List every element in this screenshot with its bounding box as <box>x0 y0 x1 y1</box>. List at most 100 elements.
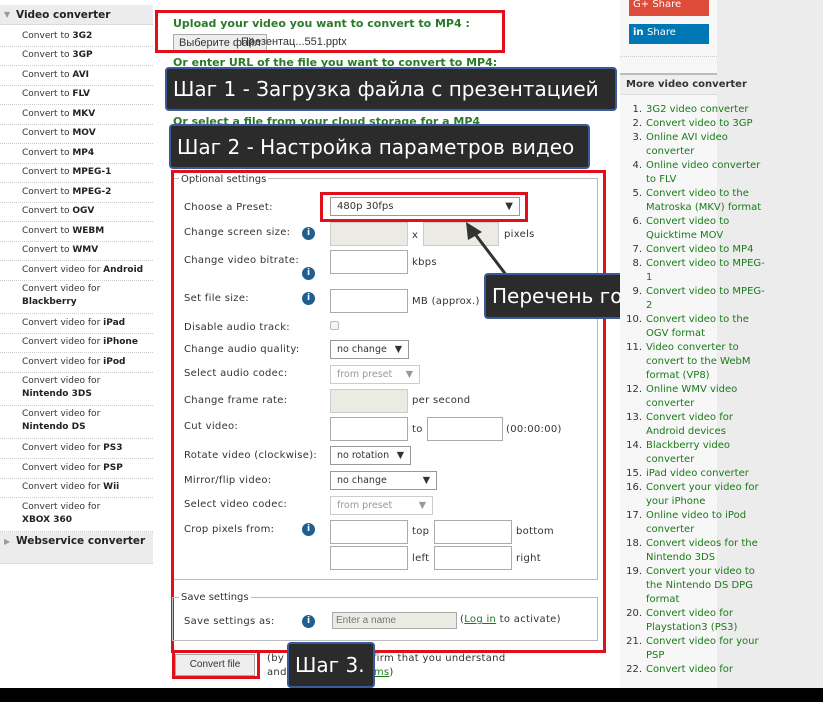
linkedin-share-button[interactable]: in Share <box>629 24 709 44</box>
sidebar-item[interactable]: Convert to AVI <box>0 66 153 86</box>
sidebar-item[interactable]: Convert to FLV <box>0 85 153 105</box>
step2-annotation: Шаг 2 - Настройка параметров видео <box>169 124 590 169</box>
cut-end-input[interactable] <box>427 417 503 441</box>
triangle-down-icon: ▼ <box>4 10 11 19</box>
info-icon[interactable]: i <box>302 292 315 305</box>
converter-link[interactable]: 17. Online video to iPod converter <box>620 509 770 537</box>
converter-link[interactable]: 8. Convert video to MPEG-1 <box>620 257 770 285</box>
converter-link[interactable]: 4. Online video converter to FLV <box>620 159 770 187</box>
rotate-select[interactable]: no rotation ▼ <box>330 446 411 465</box>
sidebar-item[interactable]: Convert to MP4 <box>0 144 153 164</box>
converter-link[interactable]: 20. Convert video for Playstation3 (PS3) <box>620 607 770 635</box>
video-codec-label: Select video codec: <box>184 499 288 510</box>
file-size-input[interactable] <box>330 289 408 313</box>
item-format: WMV <box>72 245 99 255</box>
converter-link[interactable]: 6. Convert video to Quicktime MOV <box>620 215 770 243</box>
converter-link[interactable]: 19. Convert your video to the Nintendo DS… <box>620 565 770 607</box>
list-number: 9. <box>632 286 642 297</box>
sidebar-item[interactable]: Convert to 3G2 <box>0 27 153 47</box>
sidebar-item[interactable]: Convert to 3GP <box>0 46 153 66</box>
info-icon[interactable]: i <box>302 267 315 280</box>
link-text: Convert video to Quicktime MOV <box>646 216 730 241</box>
converter-link[interactable]: 3. Online AVI video converter <box>620 131 770 159</box>
mirror-select[interactable]: no change ▼ <box>330 471 437 490</box>
list-number: 3. <box>632 132 642 143</box>
sidebar-item[interactable]: Convert to OGV <box>0 202 153 222</box>
taskbar <box>0 688 823 702</box>
more-converters-list: 1. 3G2 video converter 2. Convert video to … <box>620 103 770 677</box>
converter-link[interactable]: 2. Convert video to 3GP <box>620 117 770 131</box>
converter-link[interactable]: 12. Online WMV video converter <box>620 383 770 411</box>
sidebar-item[interactable]: Convert video for Wii <box>0 478 153 498</box>
sidebar-item[interactable]: Convert video for PS3 <box>0 439 153 459</box>
sidebar-item[interactable]: Convert video for iPhone <box>0 333 153 353</box>
item-format: MOV <box>72 128 96 138</box>
sidebar-item[interactable]: Convert video for iPad <box>0 314 153 334</box>
width-input[interactable] <box>330 222 408 246</box>
time-hint: (00:00:00) <box>506 424 562 435</box>
sidebar-item[interactable]: Convert to MKV <box>0 105 153 125</box>
converter-link[interactable]: 21. Convert video for your PSP <box>620 635 770 663</box>
sidebar-item[interactable]: Convert video for Blackberry <box>0 280 153 314</box>
converter-link[interactable]: 1. 3G2 video converter <box>620 103 770 117</box>
link-text: Video converter to convert to the WebM f… <box>646 342 751 381</box>
sidebar-item[interactable]: Convert to MPEG-2 <box>0 183 153 203</box>
sidebar-item[interactable]: Convert video for Nintendo 3DS <box>0 372 153 406</box>
converter-link[interactable]: 15. iPad video converter <box>620 467 770 481</box>
converter-link[interactable]: 16. Convert your video for your iPhone <box>620 481 770 509</box>
item-prefix: Convert video for <box>22 409 101 419</box>
video-codec-select[interactable]: from preset ▼ <box>330 496 433 515</box>
sidebar-section-webservice[interactable]: ▶ Webservice converter <box>0 532 153 564</box>
sidebar-item[interactable]: Convert to WEBM <box>0 222 153 242</box>
paren: ) <box>389 667 394 678</box>
audio-codec-select[interactable]: from preset ▼ <box>330 365 420 384</box>
google-share-button[interactable]: G+ Share <box>629 0 709 16</box>
info-icon[interactable]: i <box>302 523 315 536</box>
crop-top-input[interactable] <box>330 520 408 544</box>
sidebar-item[interactable]: Convert video for iPod <box>0 353 153 373</box>
link-text: Online video converter to FLV <box>646 160 761 185</box>
info-icon[interactable]: i <box>302 615 315 628</box>
kbps-label: kbps <box>412 257 437 268</box>
save-name-input[interactable] <box>332 612 457 629</box>
bitrate-input[interactable] <box>330 250 408 274</box>
link-text: Convert video to MPEG-2 <box>646 286 765 311</box>
cut-start-input[interactable] <box>330 417 408 441</box>
item-prefix: Convert to <box>22 70 73 80</box>
info-icon[interactable]: i <box>302 227 315 240</box>
item-format: Nintendo 3DS <box>22 389 92 399</box>
converter-link[interactable]: 13. Convert video for Android devices <box>620 411 770 439</box>
converter-link[interactable]: 7. Convert video to MP4 <box>620 243 770 257</box>
sidebar-item[interactable]: Convert to MPEG-1 <box>0 163 153 183</box>
sidebar-item[interactable]: Convert to MOV <box>0 124 153 144</box>
login-link[interactable]: Log in <box>464 614 496 625</box>
converter-link[interactable]: 9. Convert video to MPEG-2 <box>620 285 770 313</box>
sidebar-item[interactable]: Convert to WMV <box>0 241 153 261</box>
sidebar-item[interactable]: Convert video for PSP <box>0 459 153 479</box>
sidebar-item[interactable]: Convert video for XBOX 360 <box>0 498 153 532</box>
sidebar-section-video-converter[interactable]: ▼ Video converter <box>0 5 153 25</box>
frame-rate-label: Change frame rate: <box>184 395 288 406</box>
crop-bottom-input[interactable] <box>434 520 512 544</box>
sidebar-item[interactable]: Convert video for Nintendo DS <box>0 405 153 439</box>
dropdown-arrow-icon: ▼ <box>394 344 402 355</box>
list-number: 16. <box>626 482 642 493</box>
converter-link[interactable]: 14. Blackberry video converter <box>620 439 770 467</box>
item-format: MPEG-2 <box>72 187 112 197</box>
item-format: AVI <box>72 70 90 80</box>
crop-right-input[interactable] <box>434 546 512 570</box>
item-format: Nintendo DS <box>22 422 86 432</box>
converter-link[interactable]: 5. Convert video to the Matroska (MKV) fo… <box>620 187 770 215</box>
converter-link[interactable]: 18. Convert videos for the Nintendo 3DS <box>620 537 770 565</box>
audio-quality-select[interactable]: no change ▼ <box>330 340 409 359</box>
item-prefix: Convert to <box>22 31 73 41</box>
more-converters-title: More video converter <box>620 73 747 95</box>
frame-rate-input[interactable] <box>330 389 408 413</box>
link-text: Convert video to the Matroska (MKV) form… <box>646 188 762 213</box>
sidebar-item[interactable]: Convert video for Android <box>0 261 153 281</box>
converter-link[interactable]: 10. Convert video to the OGV format <box>620 313 770 341</box>
converter-link[interactable]: 22. Convert video for <box>620 663 770 677</box>
crop-left-input[interactable] <box>330 546 408 570</box>
converter-link[interactable]: 11. Video converter to convert to the Web… <box>620 341 770 383</box>
disable-audio-checkbox[interactable] <box>330 321 339 330</box>
